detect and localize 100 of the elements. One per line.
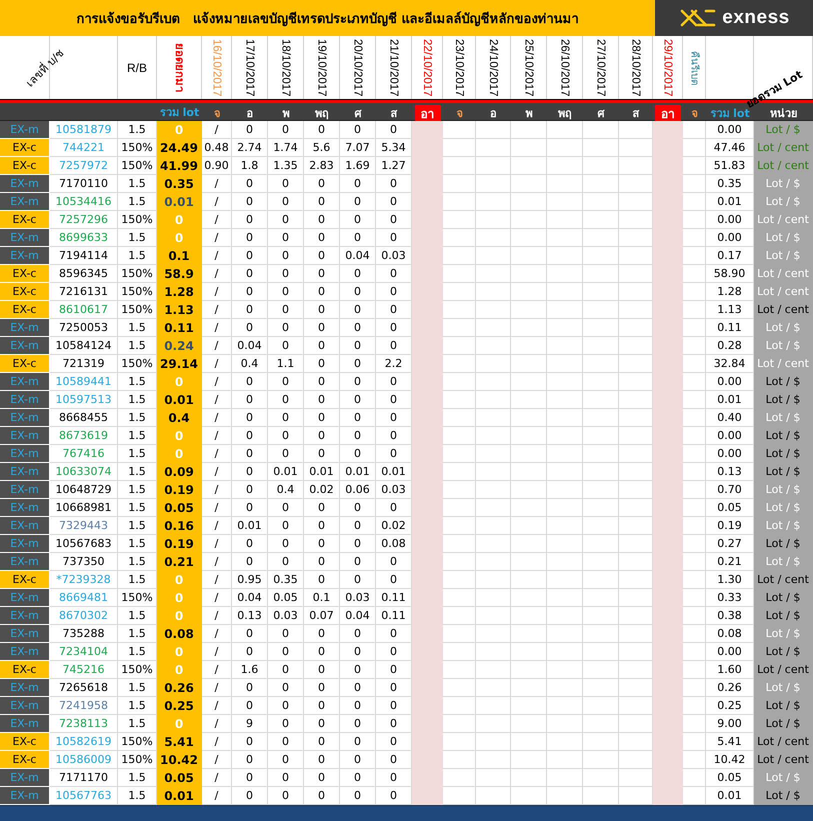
weekday-label: พฤ xyxy=(557,106,573,121)
table-cell: 0 xyxy=(232,535,268,553)
weekday-label: จ xyxy=(213,106,221,121)
table-cell: 0 xyxy=(340,679,376,697)
table-cell: 0.95 xyxy=(232,571,268,589)
table-cell: 0 xyxy=(340,769,376,787)
empty-cell xyxy=(547,625,583,643)
empty-cell xyxy=(547,355,583,373)
table-cell: Lot / $ xyxy=(754,715,813,733)
empty-cell xyxy=(511,337,547,355)
table-cell: Lot / $ xyxy=(754,445,813,463)
empty-cell xyxy=(511,247,547,265)
empty-cell xyxy=(547,283,583,301)
empty-cell xyxy=(583,733,619,751)
account-type-cell: EX-c xyxy=(0,265,50,283)
table-cell: / xyxy=(202,319,232,337)
weekday-label: พ xyxy=(524,106,534,121)
empty-cell xyxy=(583,625,619,643)
empty-cell xyxy=(511,283,547,301)
empty-cell xyxy=(476,535,511,553)
table-cell: / xyxy=(202,517,232,535)
table-cell: 745216 xyxy=(50,661,118,679)
empty-cell xyxy=(511,175,547,193)
lot-total: 0 xyxy=(174,446,184,460)
table-cell: 0 xyxy=(268,733,304,751)
table-cell: / xyxy=(202,751,232,769)
table-cell: 0 xyxy=(340,319,376,337)
table-cell: 0.4 xyxy=(232,355,268,373)
account-type-cell: EX-m xyxy=(0,625,50,643)
date-header: 16/10/2017 xyxy=(210,38,222,96)
table-cell: Lot / $ xyxy=(754,517,813,535)
table-cell: 0 xyxy=(340,517,376,535)
table-cell: 0 xyxy=(232,301,268,319)
account-type-cell: EX-m xyxy=(0,391,50,409)
date-header: 25/10/2017 xyxy=(522,38,534,96)
empty-cell xyxy=(511,355,547,373)
empty-cell xyxy=(476,247,511,265)
empty-cell xyxy=(511,373,547,391)
empty-cell xyxy=(583,553,619,571)
table-cell: 0 xyxy=(340,643,376,661)
table-cell: 10567683 xyxy=(50,535,118,553)
table-cell: 0 xyxy=(232,697,268,715)
lot-total: 0 xyxy=(174,122,184,136)
empty-cell xyxy=(476,553,511,571)
table-cell: 1.69 xyxy=(340,157,376,175)
empty-cell xyxy=(412,787,443,805)
empty-cell xyxy=(476,661,511,679)
table-cell: 0 xyxy=(268,697,304,715)
table-cell: 1.35 xyxy=(268,157,304,175)
table-cell: 8610617 xyxy=(50,301,118,319)
table-cell: 0 xyxy=(268,391,304,409)
table-cell: 0.01 xyxy=(268,463,304,481)
empty-cell xyxy=(476,337,511,355)
table-cell: Lot / $ xyxy=(754,787,813,805)
table-cell: 0 xyxy=(268,337,304,355)
account-type-cell: EX-c xyxy=(0,733,50,751)
account-type-cell: EX-m xyxy=(0,607,50,625)
empty-cell xyxy=(476,157,511,175)
lot-total: 0.35 xyxy=(164,176,194,190)
table-cell: 0 xyxy=(340,553,376,571)
table-cell: 7257972 xyxy=(50,157,118,175)
empty-cell xyxy=(583,301,619,319)
table-cell: Lot / cent xyxy=(754,661,813,679)
empty-cell xyxy=(583,211,619,229)
table-cell: 0 xyxy=(304,301,340,319)
table-cell: 0 xyxy=(304,409,340,427)
date-header: 21/10/2017 xyxy=(388,38,400,96)
empty-cell xyxy=(547,319,583,337)
table-cell: 0.04 xyxy=(340,247,376,265)
lot-total: 0.11 xyxy=(164,320,194,334)
table-cell: 10584124 xyxy=(50,337,118,355)
table-cell: 0.48 xyxy=(202,139,232,157)
table-cell: 0 xyxy=(268,409,304,427)
table-cell: 0 xyxy=(232,319,268,337)
lot-total: 0.24 xyxy=(164,338,194,352)
table-cell: Lot / $ xyxy=(754,481,813,499)
table-cell: 0.04 xyxy=(232,337,268,355)
weekday-label: จ xyxy=(456,106,464,121)
table-cell: / xyxy=(202,355,232,373)
empty-cell xyxy=(511,625,547,643)
table-cell: 0 xyxy=(304,265,340,283)
logo-text: exness xyxy=(722,7,790,29)
table-cell: Lot / $ xyxy=(754,535,813,553)
table-cell: 0 xyxy=(340,211,376,229)
table-cell: 0 xyxy=(304,445,340,463)
table-cell: Lot / cent xyxy=(754,751,813,769)
table-cell: 0 xyxy=(304,427,340,445)
table-cell: 0 xyxy=(304,769,340,787)
empty-cell xyxy=(476,265,511,283)
table-cell: 0 xyxy=(232,373,268,391)
table-cell: 8670302 xyxy=(50,607,118,625)
table-cell: 0 xyxy=(268,301,304,319)
table-cell: 0 xyxy=(304,373,340,391)
table-cell: / xyxy=(202,481,232,499)
date-header: 17/10/2017 xyxy=(244,38,256,96)
empty-cell xyxy=(547,463,583,481)
empty-cell xyxy=(476,643,511,661)
lot-total: 1.28 xyxy=(164,284,194,298)
lot-total: 5.41 xyxy=(164,734,194,748)
account-type-cell: EX-m xyxy=(0,553,50,571)
